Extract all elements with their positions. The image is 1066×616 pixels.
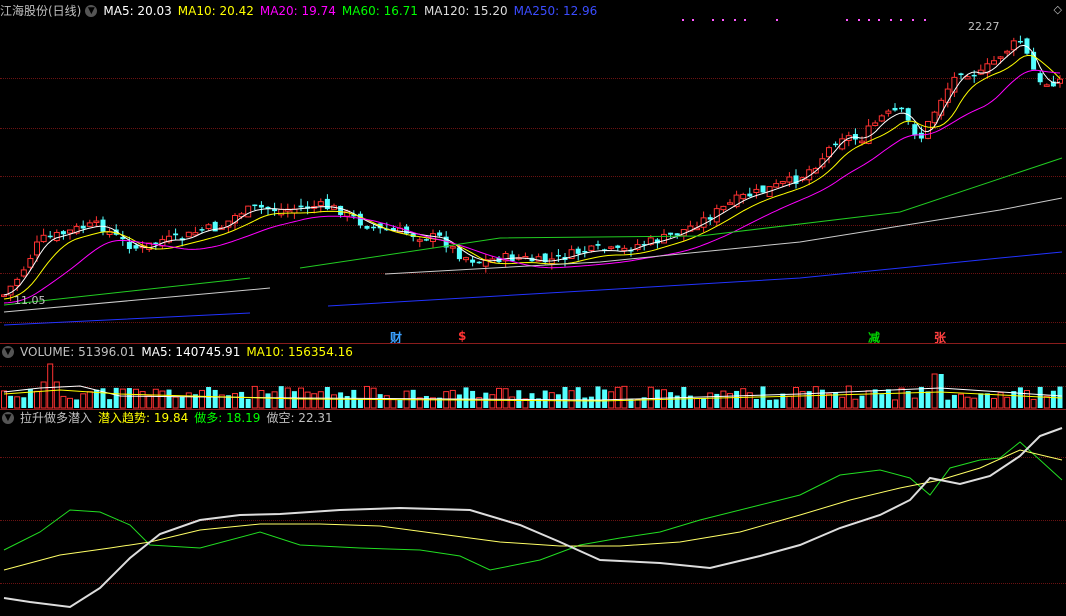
trend-line [3, 449, 1063, 571]
long-line [3, 441, 1063, 571]
short-line [3, 427, 1063, 609]
indicator-chart[interactable] [0, 0, 1066, 616]
